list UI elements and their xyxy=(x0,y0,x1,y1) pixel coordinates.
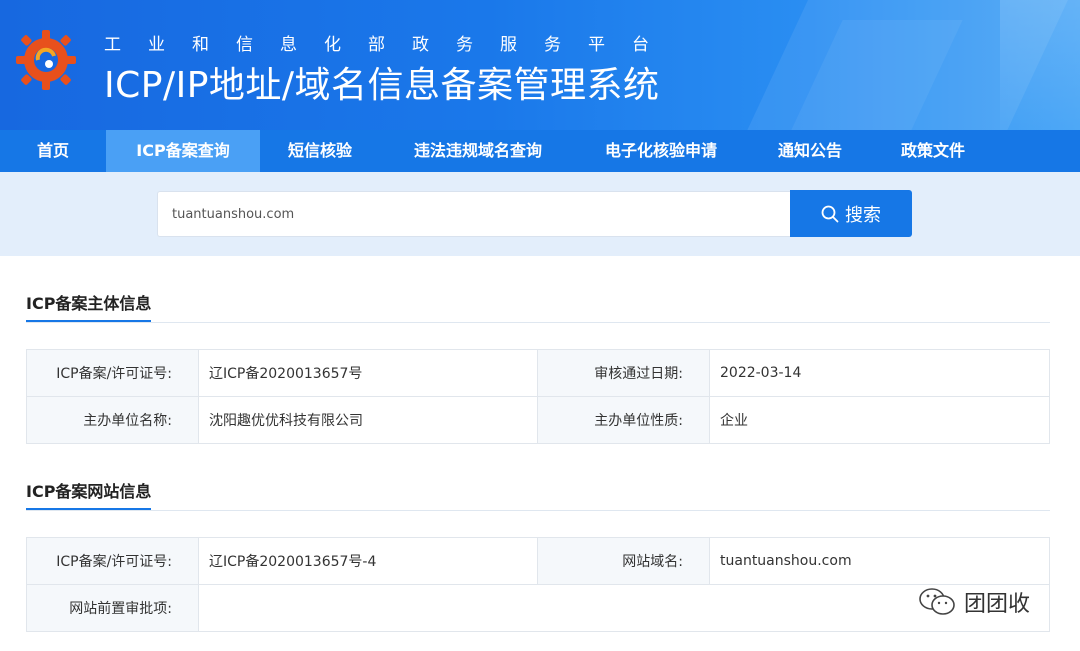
entity-info-table: ICP备案/许可证号: 辽ICP备2020013657号 审核通过日期: 202… xyxy=(26,349,1050,444)
nav-item-notices[interactable]: 通知公告 xyxy=(746,130,874,172)
search-button-label: 搜索 xyxy=(845,204,881,226)
nav-item-sms-verify[interactable]: 短信核验 xyxy=(260,130,380,172)
wechat-icon xyxy=(919,588,955,615)
watermark: 团团收 xyxy=(918,586,1030,618)
platform-subtitle: 工业和信息化部政务服务平台 xyxy=(104,35,676,55)
watermark-text: 团团收 xyxy=(964,592,1031,617)
field-value: 企业 xyxy=(709,396,1050,444)
search-area: 搜索 xyxy=(0,172,1080,256)
nav-item-illegal-domain[interactable]: 违法违规域名查询 xyxy=(380,130,576,172)
nav-item-electronic-verify[interactable]: 电子化核验申请 xyxy=(576,130,746,172)
field-value: 辽ICP备2020013657号-4 xyxy=(198,537,538,585)
nav-item-icp-query[interactable]: ICP备案查询 xyxy=(106,130,260,172)
field-label: ICP备案/许可证号: xyxy=(26,537,199,585)
ministry-logo-icon xyxy=(16,30,76,90)
banner-decoration xyxy=(1000,0,1080,130)
table-row: 主办单位名称: 沈阳趣优优科技有限公司 主办单位性质: 企业 xyxy=(26,396,1050,444)
field-value: 沈阳趣优优科技有限公司 xyxy=(198,396,538,444)
search-button[interactable]: 搜索 xyxy=(790,190,912,237)
field-label: ICP备案/许可证号: xyxy=(26,349,199,397)
table-row: ICP备案/许可证号: 辽ICP备2020013657号-4 网站域名: tua… xyxy=(26,537,1050,585)
section-divider xyxy=(26,510,1050,511)
section-divider xyxy=(26,322,1050,323)
table-row: ICP备案/许可证号: 辽ICP备2020013657号 审核通过日期: 202… xyxy=(26,349,1050,397)
nav-item-home[interactable]: 首页 xyxy=(0,130,106,172)
search-icon xyxy=(821,205,839,222)
field-value: 辽ICP备2020013657号 xyxy=(198,349,538,397)
field-label: 审核通过日期: xyxy=(537,349,710,397)
header-banner: 工业和信息化部政务服务平台 ICP/IP地址/域名信息备案管理系统 xyxy=(0,0,1080,130)
nav-item-policies[interactable]: 政策文件 xyxy=(874,130,992,172)
site-section-title: ICP备案网站信息 xyxy=(26,478,152,510)
site-info-table: ICP备案/许可证号: 辽ICP备2020013657号-4 网站域名: tua… xyxy=(26,537,1050,632)
page-title: ICP/IP地址/域名信息备案管理系统 xyxy=(104,65,660,106)
search-input[interactable] xyxy=(157,191,791,237)
field-label: 网站域名: xyxy=(537,537,710,585)
field-label: 主办单位性质: xyxy=(537,396,710,444)
field-value: tuantuanshou.com xyxy=(709,537,1050,585)
field-label: 主办单位名称: xyxy=(26,396,199,444)
table-row: 网站前置审批项: xyxy=(26,584,1050,632)
field-label: 网站前置审批项: xyxy=(26,584,199,632)
entity-section-title: ICP备案主体信息 xyxy=(26,290,152,322)
field-value: 2022-03-14 xyxy=(709,349,1050,397)
main-nav: 首页 ICP备案查询 短信核验 违法违规域名查询 电子化核验申请 通知公告 政策… xyxy=(0,130,1080,172)
